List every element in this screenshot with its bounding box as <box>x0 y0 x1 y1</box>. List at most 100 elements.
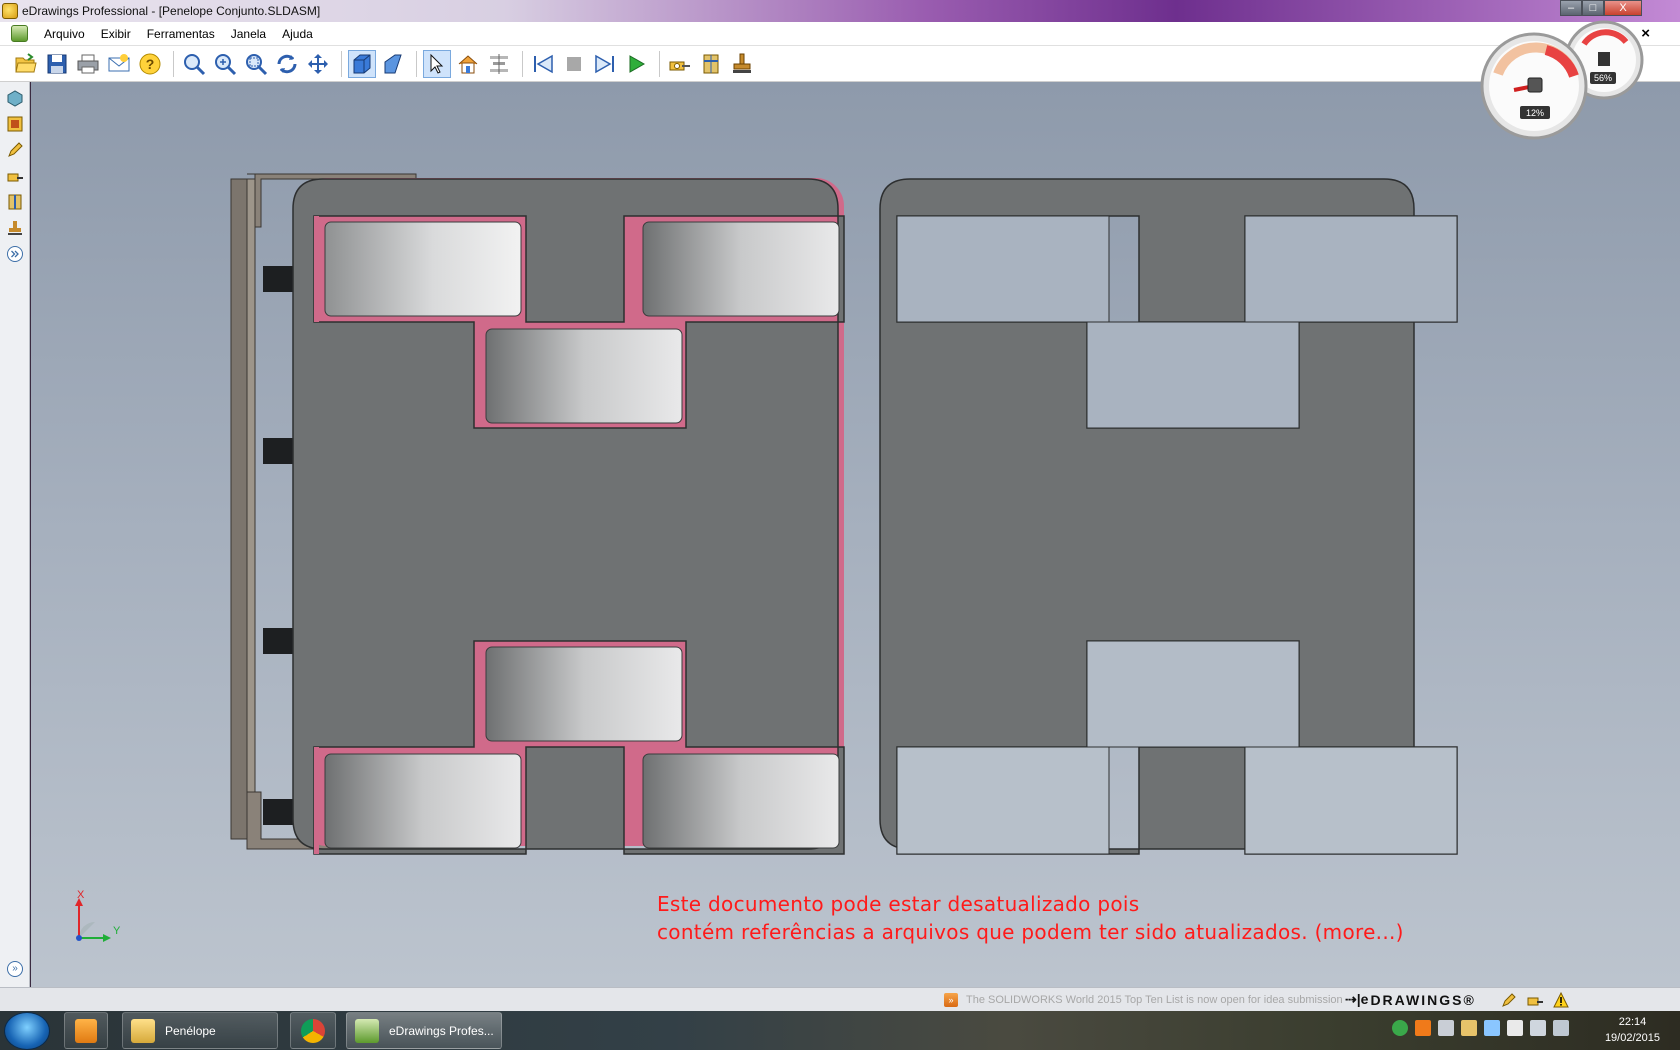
zoom-area-button[interactable] <box>242 50 270 78</box>
edrawings-icon <box>355 1018 379 1043</box>
pencil-icon <box>1502 993 1516 1007</box>
measure-icon <box>669 61 690 70</box>
media-player-taskbar-button[interactable] <box>64 1012 108 1049</box>
edrawings-brand: ⇢|e DRAWINGS® <box>1345 991 1476 1008</box>
warning-line-1: Este documento pode estar desatualizado … <box>657 892 1140 916</box>
warning-more-link[interactable]: (more...) <box>1315 920 1404 944</box>
brand-text: DRAWINGS® <box>1370 991 1476 1008</box>
taskbar-item-penelope[interactable]: Penélope <box>122 1012 278 1049</box>
menu-ajuda[interactable]: Ajuda <box>274 22 321 46</box>
system-clock[interactable]: 22:14 19/02/2015 <box>1605 1014 1660 1046</box>
warning-line-2: contém referências a arquivos que podem … <box>657 920 1308 944</box>
tray-app-icon[interactable] <box>1392 1020 1408 1036</box>
stamp-button[interactable] <box>728 50 756 78</box>
save-icon <box>47 54 67 73</box>
menu-ferramentas[interactable]: Ferramentas <box>139 22 223 46</box>
measure-button[interactable] <box>666 50 694 78</box>
next-frame-button[interactable] <box>591 50 619 78</box>
stop-button[interactable] <box>560 50 588 78</box>
tray-network-icon[interactable] <box>1553 1020 1569 1036</box>
measure-icon <box>1527 997 1543 1006</box>
right-plate <box>879 178 1458 855</box>
configurations-icon <box>7 116 23 132</box>
warning-status-button[interactable] <box>1552 991 1570 1009</box>
taskbar-item-label: Penélope <box>165 1023 216 1038</box>
tray-volume-icon[interactable] <box>1530 1020 1546 1036</box>
section-icon <box>8 194 22 210</box>
toolbar-separator <box>341 50 342 77</box>
markup-panel-button[interactable] <box>5 140 25 160</box>
explode-button[interactable] <box>485 50 513 78</box>
measure-icon <box>7 173 23 182</box>
open-button[interactable] <box>12 50 40 78</box>
components-panel-button[interactable] <box>5 88 25 108</box>
first-frame-icon <box>534 54 553 73</box>
start-button[interactable] <box>4 1012 50 1050</box>
toolbar-separator <box>173 50 174 77</box>
select-icon <box>430 53 444 74</box>
menu-arquivo[interactable]: Arquivo <box>36 22 93 46</box>
play-button[interactable] <box>622 50 650 78</box>
taskbar-item-edrawings[interactable]: eDrawings Profes... <box>346 1012 502 1049</box>
rotate-button[interactable] <box>273 50 301 78</box>
stop-icon <box>567 56 581 71</box>
taskbar: Penélope eDrawings Profes... 22:14 19/02… <box>0 1011 1680 1050</box>
chevron-double-right-icon <box>7 246 23 262</box>
section-button[interactable] <box>697 50 725 78</box>
markup-status-button[interactable] <box>1500 991 1518 1009</box>
measure-panel-button[interactable] <box>5 166 25 186</box>
memory-percent-label: 56% <box>1594 73 1612 83</box>
news-text[interactable]: The SOLIDWORKS World 2015 Top Ten List i… <box>966 994 1343 1006</box>
open-icon <box>15 52 37 72</box>
pencil-icon <box>8 142 23 157</box>
stamp-icon <box>8 221 22 235</box>
pan-button[interactable] <box>304 50 332 78</box>
cpu-meter-gadget[interactable]: 56% 12% <box>1476 14 1654 144</box>
svg-text:?: ? <box>146 56 155 72</box>
chrome-icon <box>301 1018 325 1043</box>
menu-exibir[interactable]: Exibir <box>93 22 139 46</box>
menu-bar: Arquivo Exibir Ferramentas Janela Ajuda <box>0 22 1680 46</box>
section-panel-button[interactable] <box>5 192 25 212</box>
email-button[interactable] <box>105 50 133 78</box>
expand-bottom-button[interactable]: » <box>7 961 23 977</box>
rss-icon: » <box>944 993 958 1007</box>
help-button[interactable]: ? <box>136 50 164 78</box>
stamp-icon <box>733 53 751 73</box>
news-ticker[interactable]: » The SOLIDWORKS World 2015 Top Ten List… <box>944 993 1343 1007</box>
components-icon <box>7 90 23 107</box>
warning-icon <box>1553 992 1569 1008</box>
model-canvas[interactable] <box>31 82 1680 987</box>
zoom-to-fit-icon <box>184 53 206 75</box>
first-frame-button[interactable] <box>529 50 557 78</box>
select-button[interactable] <box>423 49 451 78</box>
tray-app-icon[interactable] <box>1438 1020 1454 1036</box>
zoom-in-button[interactable] <box>211 50 239 78</box>
toolbar-separator <box>522 50 523 77</box>
tray-app-icon[interactable] <box>1484 1020 1500 1036</box>
system-tray <box>1392 1020 1576 1036</box>
pan-icon <box>308 53 328 74</box>
3d-viewport[interactable]: X Y Este documento pode estar desatualiz… <box>31 82 1680 987</box>
perspective-button[interactable] <box>379 50 407 78</box>
rotate-icon <box>277 54 297 73</box>
window-title: eDrawings Professional - [Penelope Conju… <box>22 4 321 18</box>
tray-app-icon[interactable] <box>1415 1020 1431 1036</box>
configurations-panel-button[interactable] <box>5 114 25 134</box>
zoom-to-fit-button[interactable] <box>180 50 208 78</box>
cpu-percent-label: 12% <box>1526 108 1544 118</box>
toolbar-separator <box>659 50 660 77</box>
save-button[interactable] <box>43 50 71 78</box>
tray-folder-icon[interactable] <box>1461 1020 1477 1036</box>
print-button[interactable] <box>74 50 102 78</box>
stamp-panel-button[interactable] <box>5 218 25 238</box>
tray-flag-icon[interactable] <box>1507 1020 1523 1036</box>
menu-janela[interactable]: Janela <box>223 22 274 46</box>
measure-status-button[interactable] <box>1526 991 1544 1009</box>
shaded-button[interactable] <box>348 49 376 78</box>
document-menu-icon[interactable] <box>11 25 28 42</box>
print-icon <box>77 54 99 73</box>
home-button[interactable] <box>454 50 482 78</box>
chrome-taskbar-button[interactable] <box>290 1012 336 1049</box>
expand-panel-button[interactable] <box>5 244 25 264</box>
